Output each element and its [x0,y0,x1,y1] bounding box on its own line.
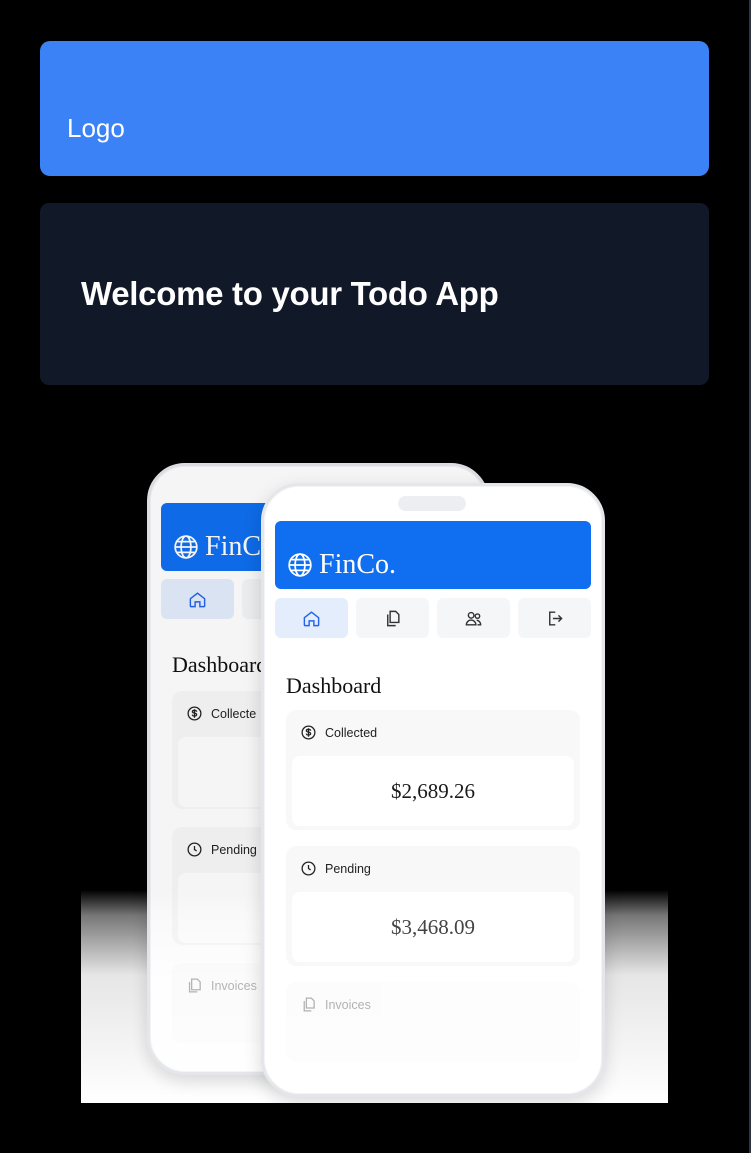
invoices-card: Invoices [286,982,580,1062]
welcome-panel: Welcome to your Todo App [40,203,709,385]
card-label: Pending [325,861,371,876]
card-label: Collecte [211,706,257,721]
clock-icon [187,842,202,857]
logo[interactable]: Logo [67,113,125,144]
home-icon [189,591,206,607]
document-icon [303,997,315,1012]
tab-home [161,579,234,619]
app-header: FinCo. [275,521,591,589]
brand-name: FinCo. [319,549,397,580]
front-phone-mockup: FinCo. Dashboard Collected $2,689.26 Pen… [261,483,605,1097]
card-label: Invoices [211,978,257,993]
collected-card: Collected $2,689.26 [286,710,580,830]
card-header: Invoices [300,996,371,1013]
clock-icon [301,861,316,876]
tab-bar [275,598,591,638]
hero-image: FinC Dashboard Collecte Pending Invoices… [81,430,668,1103]
phone-notch [398,496,466,511]
collected-value: $2,689.26 [292,756,574,826]
brand-name: FinC [205,531,262,562]
pending-value: $3,468.09 [292,892,574,962]
users-icon [465,611,482,626]
brand: FinCo. [287,549,396,581]
card-header: Invoices [186,977,257,994]
document-icon [387,610,400,626]
dashboard-title: Dashboard [172,652,268,677]
document-icon [188,978,201,993]
card-label: Invoices [325,997,371,1012]
tab-invoices [356,598,429,638]
logo-bar: Logo [40,41,709,176]
card-header: Collected [300,724,377,741]
brand: FinC [173,531,261,563]
tab-logout [518,598,591,638]
pending-card: Pending $3,468.09 [286,846,580,966]
card-header: Pending [300,860,371,877]
card-label: Pending [211,842,257,857]
globe-icon [288,553,312,577]
globe-icon [174,535,198,559]
tab-home [275,598,348,638]
tab-customers [437,598,510,638]
card-header: Pending [186,841,257,858]
dashboard-title: Dashboard [286,673,382,698]
card-header: Collecte [186,705,256,722]
welcome-title: Welcome to your Todo App [81,275,499,312]
home-icon [303,610,320,626]
dollar-icon [187,706,202,721]
card-label: Collected [325,725,378,740]
dollar-icon [301,725,316,740]
logout-icon [549,610,563,626]
